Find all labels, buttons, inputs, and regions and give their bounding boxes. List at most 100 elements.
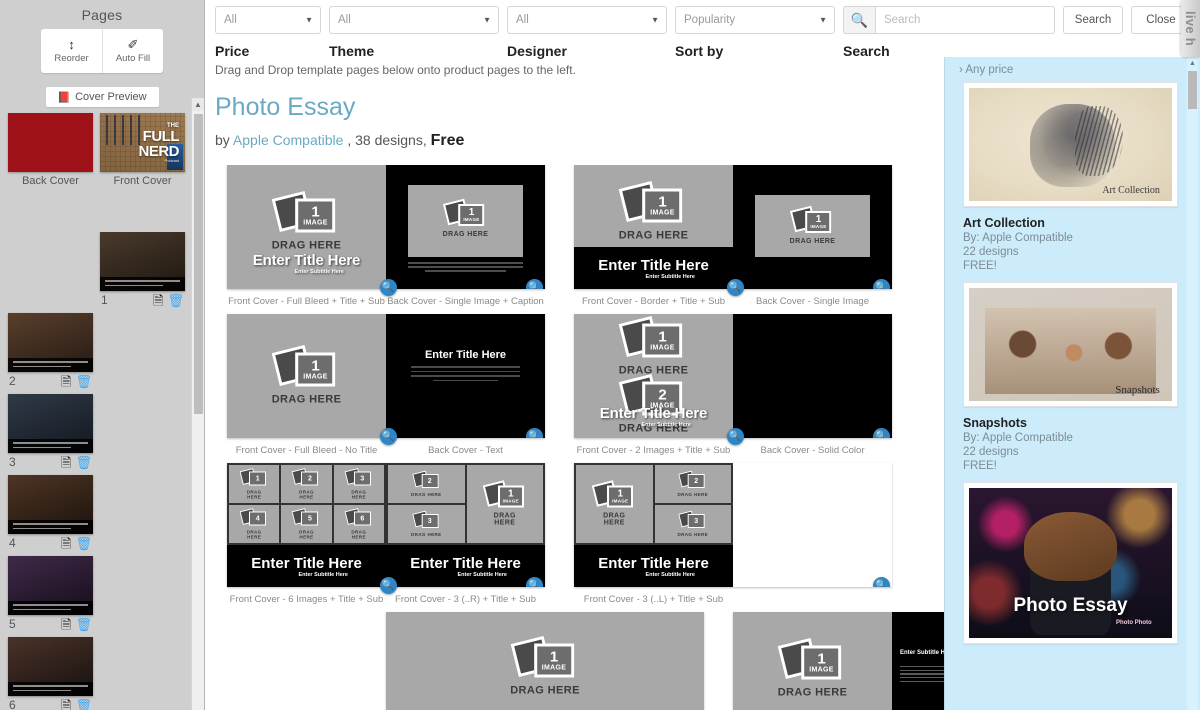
template-card[interactable]: 1 DRAG HERE 2 DRAG HERE 3 DRAG HERE 4 DRAG H… — [227, 463, 545, 605]
designer-link[interactable]: Apple Compatible — [233, 132, 344, 148]
page-thumbnail[interactable] — [8, 313, 93, 372]
front-cover-item[interactable]: THE FULL NERD Podcast Front Cover — [100, 113, 185, 187]
page-item[interactable]: 4 🗎 🗑 — [8, 475, 93, 552]
page-item[interactable]: 6 🗎 🗑 — [8, 637, 93, 710]
delete-page-icon[interactable]: 🗑 — [75, 456, 92, 469]
price-filter[interactable]: All ▼ — [215, 6, 321, 34]
page-thumbnail[interactable] — [8, 394, 93, 453]
template-front-page[interactable]: 1 IMAGE DRAG HERE — [733, 612, 892, 710]
grid-cell[interactable]: 3 DRAG HERE — [654, 505, 731, 543]
search-input[interactable] — [875, 6, 1055, 34]
template-front-page[interactable]: 1 DRAG HERE 2 DRAG HERE 3 DRAG HERE 4 DRAG H… — [227, 463, 386, 587]
template-spread[interactable]: 1 IMAGE DRAG HERE 2 DRAG HERE 3 DRAG HERE En… — [574, 463, 892, 587]
page-item[interactable]: 2 🗎 🗑 — [8, 313, 93, 390]
page-thumbnail[interactable] — [100, 232, 185, 291]
right-scroll-up-icon[interactable]: ▲ — [1187, 57, 1198, 69]
auto-fill-button[interactable]: ✐ Auto Fill — [102, 29, 163, 73]
template-card[interactable]: 1 IMAGE DRAG HERE 2 IMAGE DRAG HERE Enter … — [574, 314, 892, 456]
magnifier-icon[interactable]: 🔍 — [726, 279, 744, 296]
template-front-page[interactable]: 1 IMAGE DRAG HERE 2 IMAGE DRAG HERE Enter … — [574, 314, 733, 438]
grid-cell[interactable]: 2 DRAG HERE — [281, 465, 332, 503]
magnifier-icon[interactable]: 🔍 — [873, 428, 890, 438]
add-page-icon[interactable]: 🗎 — [61, 618, 71, 631]
grid-cell[interactable]: 2 DRAG HERE — [388, 465, 465, 503]
live-help-tab[interactable]: live h — [1181, 0, 1200, 57]
magnifier-icon[interactable]: 🔍 — [526, 279, 543, 289]
add-page-icon[interactable]: 🗎 — [61, 456, 71, 469]
template-back-page[interactable]: Enter Title Here 🔍 — [386, 314, 545, 438]
template-front-page[interactable]: 1 IMAGE DRAG HERE Enter Title Here Enter … — [574, 165, 733, 289]
catalog-thumbnail-card[interactable]: Snapshots — [963, 282, 1178, 407]
add-page-icon[interactable]: 🗎 — [61, 537, 71, 550]
page-thumbnail[interactable] — [8, 637, 93, 696]
pages-scrollbar[interactable]: ▲ — [191, 98, 204, 710]
template-card[interactable]: 1IMAGE DRAG HERE Enter Title Here Enter … — [227, 165, 545, 307]
magnifier-icon[interactable]: 🔍 — [526, 428, 543, 438]
template-spread[interactable]: 1 DRAG HERE 2 DRAG HERE 3 DRAG HERE 4 DRAG H… — [227, 463, 545, 594]
template-front-page[interactable]: 1 IMAGE DRAG HERE 2 DRAG HERE 3 DRAG HERE En… — [574, 463, 733, 587]
template-spread[interactable]: 1IMAGE DRAG HERE Enter Title Here Enter … — [574, 165, 892, 296]
grid-cell[interactable]: 1 IMAGE DRAG HERE — [466, 465, 543, 543]
grid-cell[interactable]: 3 DRAG HERE — [333, 465, 384, 503]
delete-page-icon[interactable]: 🗑 — [75, 618, 92, 631]
catalog-thumbnail-card[interactable]: Art Collection — [963, 82, 1178, 207]
magnifier-icon[interactable]: 🔍 — [379, 279, 397, 296]
page-item[interactable]: 1 🗎 🗑 — [100, 232, 185, 309]
template-spread[interactable]: 1 IMAGE DRAG HERE Enter Title Here 🔍 🔍 — [227, 314, 545, 445]
page-item[interactable]: 3 🗎 🗑 — [8, 394, 93, 471]
template-back-page[interactable]: 1 IMAGE DRAG HERE 🔍 — [733, 165, 892, 289]
magnifier-icon[interactable]: 🔍 — [379, 428, 397, 445]
template-card[interactable]: 1IMAGE DRAG HERE Enter Title Here — [386, 612, 704, 710]
magnifier-icon[interactable]: 🔍 — [873, 577, 890, 587]
template-card[interactable]: 1IMAGE DRAG HERE Enter Title Here Enter … — [574, 165, 892, 307]
template-back-page[interactable]: 2 DRAG HERE 1 IMAGE DRAG HERE 3 DRAG HERE En… — [386, 463, 545, 587]
template-front-page[interactable]: 1 IMAGE DRAG HERE Enter Title Here Enter … — [227, 165, 386, 289]
grid-cell[interactable]: 4 DRAG HERE — [229, 505, 280, 543]
grid-cell[interactable]: 1 IMAGE DRAG HERE — [576, 465, 653, 543]
template-front-page[interactable]: 1IMAGE DRAG HERE Enter Title Here — [386, 612, 704, 710]
right-scrollbar[interactable]: ▲ — [1187, 57, 1198, 710]
front-cover-thumbnail[interactable]: THE FULL NERD Podcast — [100, 113, 185, 172]
pages-scroll-up-icon[interactable]: ▲ — [192, 98, 204, 111]
magnifier-icon[interactable]: 🔍 — [726, 428, 744, 445]
magnifier-icon[interactable]: 🔍 — [379, 577, 397, 594]
right-scroll-thumb[interactable] — [1188, 71, 1197, 109]
grid-cell[interactable]: 1 DRAG HERE — [229, 465, 280, 503]
grid-cell[interactable]: 2 DRAG HERE — [654, 465, 731, 503]
template-spread[interactable]: 1IMAGE DRAG HERE Enter Title Here — [386, 612, 704, 710]
delete-page-icon[interactable]: 🗑 — [75, 699, 92, 710]
designer-filter[interactable]: All ▼ — [507, 6, 667, 34]
search-icon-button[interactable]: 🔍 — [843, 6, 875, 34]
page-thumbnail[interactable] — [8, 475, 93, 534]
template-card[interactable]: 1 IMAGE DRAG HERE 2 DRAG HERE 3 DRAG HERE En… — [574, 463, 892, 605]
delete-page-icon[interactable]: 🗑 — [75, 537, 92, 550]
template-back-page[interactable]: 1 IMAGE DRAG HERE 🔍 — [386, 165, 545, 289]
add-page-icon[interactable]: 🗎 — [61, 699, 71, 710]
template-back-page[interactable]: 🔍 — [733, 314, 892, 438]
template-front-page[interactable]: 1 IMAGE DRAG HERE — [227, 314, 386, 438]
theme-filter[interactable]: All ▼ — [329, 6, 499, 34]
magnifier-icon[interactable]: 🔍 — [873, 279, 890, 289]
delete-page-icon[interactable]: 🗑 — [167, 294, 184, 307]
reorder-button[interactable]: ↕ Reorder — [41, 29, 102, 73]
add-page-icon[interactable]: 🗎 — [61, 375, 71, 388]
page-item[interactable]: 5 🗎 🗑 — [8, 556, 93, 633]
page-thumbnail[interactable] — [8, 556, 93, 615]
pages-scroll-thumb[interactable] — [194, 114, 203, 414]
add-page-icon[interactable]: 🗎 — [153, 294, 163, 307]
grid-cell[interactable]: 3 DRAG HERE — [388, 505, 465, 543]
delete-page-icon[interactable]: 🗑 — [75, 375, 92, 388]
cover-preview-button[interactable]: 📕 Cover Preview — [45, 87, 159, 107]
catalog-name[interactable]: Art Collection — [963, 216, 1200, 230]
template-spread[interactable]: 1IMAGE DRAG HERE Enter Title Here Enter … — [227, 165, 545, 296]
catalog-thumbnail-card[interactable]: Photo Essay Photo Photo — [963, 482, 1178, 644]
any-price-label[interactable]: › Any price — [945, 57, 1200, 82]
magnifier-icon[interactable]: 🔍 — [526, 577, 543, 587]
template-spread[interactable]: 1 IMAGE DRAG HERE 2 IMAGE DRAG HERE Enter … — [574, 314, 892, 445]
search-button[interactable]: Search — [1063, 6, 1123, 34]
grid-cell[interactable]: 6 DRAG HERE — [333, 505, 384, 543]
back-cover-item[interactable]: Back Cover — [8, 113, 93, 187]
grid-cell[interactable]: 5 DRAG HERE — [281, 505, 332, 543]
catalog-name[interactable]: Snapshots — [963, 416, 1200, 430]
sort-by-filter[interactable]: Popularity ▼ — [675, 6, 835, 34]
